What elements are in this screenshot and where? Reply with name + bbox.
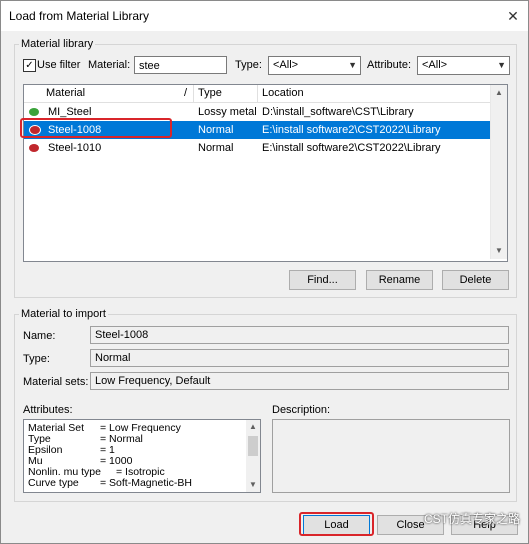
material-location: E:\install software2\CST2022\Library	[262, 142, 441, 154]
description-box	[272, 419, 510, 493]
watermark: CST仿真专家之路	[423, 512, 520, 526]
material-filter-label: Material:	[88, 59, 131, 71]
attributes-label: Attributes:	[23, 404, 73, 416]
type-filter-value: <All>	[273, 59, 299, 71]
type-label: Type:	[23, 353, 50, 365]
scroll-up-icon[interactable]: ▲	[491, 85, 507, 101]
attribute-line: Curve type = Soft-Magnetic-BH	[28, 477, 192, 489]
attribute-filter-select[interactable]: <All> ▼	[417, 56, 510, 75]
highlight-outline	[299, 512, 374, 536]
sort-indicator-icon: /	[183, 87, 187, 99]
use-filter-checkbox[interactable]: ✓	[23, 59, 36, 72]
highlight-outline	[20, 118, 172, 138]
scroll-down-icon[interactable]: ▼	[246, 478, 260, 492]
attribute-filter-value: <All>	[422, 59, 448, 71]
type-filter-select[interactable]: <All> ▼	[268, 56, 361, 75]
type-field: Normal	[90, 349, 509, 367]
list-scrollbar[interactable]: ▲ ▼	[490, 85, 507, 259]
close-icon[interactable]: ✕	[502, 5, 524, 27]
description-label: Description:	[272, 404, 331, 416]
material-location: E:\install software2\CST2022\Library	[262, 124, 441, 136]
find-button[interactable]: Find...	[289, 270, 356, 290]
attributes-textbox[interactable]: Material Set = Low Frequency Type = Normal…	[23, 419, 261, 493]
type-filter-label: Type:	[235, 59, 262, 71]
material-filter-input[interactable]: stee	[134, 56, 227, 74]
load-material-dialog: Load from Material Library ✕ Material li…	[0, 0, 529, 544]
material-library-group-label: Material library	[19, 38, 96, 50]
column-header-location[interactable]: Location	[258, 85, 490, 102]
material-row[interactable]: Steel-1010 Normal E:\install software2\C…	[24, 139, 490, 157]
material-type: Lossy metal	[198, 106, 257, 118]
material-icon	[29, 144, 39, 152]
attribute-filter-label: Attribute:	[367, 59, 412, 71]
name-label: Name:	[23, 330, 56, 342]
column-header-material[interactable]: Material /	[42, 85, 194, 102]
material-sets-field: Low Frequency, Default	[90, 372, 509, 390]
scroll-down-icon[interactable]: ▼	[491, 243, 507, 259]
chevron-down-icon: ▼	[348, 60, 357, 70]
column-header-type[interactable]: Type	[194, 85, 258, 102]
scroll-thumb[interactable]	[248, 436, 258, 456]
delete-button[interactable]: Delete	[442, 270, 509, 290]
material-name: Steel-1010	[48, 142, 102, 154]
material-type: Normal	[198, 124, 234, 136]
attributes-scrollbar[interactable]: ▲ ▼	[246, 420, 260, 492]
material-icon	[29, 108, 39, 116]
material-location: D:\install_software\CST\Library	[262, 106, 414, 118]
title-bar: Load from Material Library ✕	[1, 1, 528, 31]
chevron-down-icon: ▼	[497, 60, 506, 70]
material-type: Normal	[198, 142, 234, 154]
scroll-up-icon[interactable]: ▲	[246, 420, 260, 434]
rename-button[interactable]: Rename	[366, 270, 433, 290]
list-header: Material / Type Location	[24, 85, 490, 103]
material-to-import-group-label: Material to import	[19, 308, 108, 320]
use-filter-label: Use filter	[37, 59, 81, 71]
name-field: Steel-1008	[90, 326, 509, 344]
window-title: Load from Material Library	[9, 9, 150, 23]
material-sets-label: Material sets:	[23, 376, 89, 388]
material-list[interactable]: Material / Type Location MI_Steel Lossy …	[23, 84, 508, 262]
